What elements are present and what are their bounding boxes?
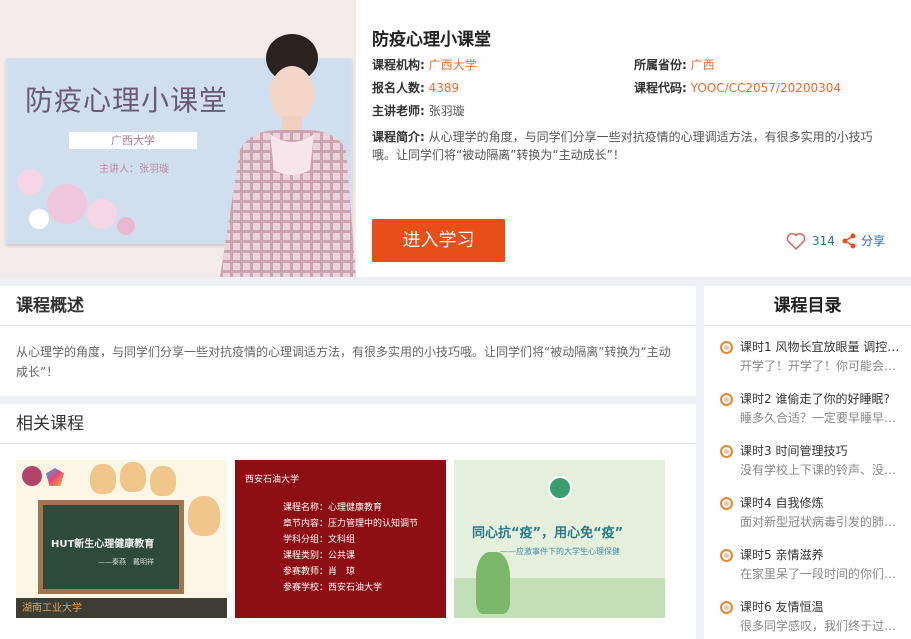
course-enroll-label: 报名人数: [372,81,425,95]
course-teacher: 主讲老师: 张羽璇 [372,102,465,119]
heart-icon [786,233,806,250]
blossom-icon [87,199,117,229]
related-courses-panel: 相关课程 HUT新生心理健康教育 ——秦燕 戴明祥 湖南工业大学 西安石油大学 … [0,404,696,639]
bear-icon [188,496,220,536]
blossom-icon [17,169,43,195]
course-province: 所属省份: 广西 [634,56,715,73]
chalkboard: HUT新生心理健康教育 ——秦燕 戴明祥 [38,500,184,594]
chalkboard-title: HUT新生心理健康教育 [51,539,155,550]
lesson-item[interactable]: 课时1 风物长宜放眼量 调控情绪 开学了！开学了！你可能会… [720,338,910,378]
related-course-card[interactable]: 同心抗“疫”，用心免“疫” ——应激事件下的大学生心理保健 [454,460,665,618]
related-heading: 相关课程 [0,404,696,444]
lesson-item[interactable]: 课时4 自我修炼 面对新型冠状病毒引发的肺… [720,494,906,534]
chalkboard-subtitle: ——秦燕 戴明祥 [98,558,154,566]
course-title: 防疫心理小课堂 [372,30,491,50]
course-org-link[interactable]: 广西大学 [429,58,477,72]
course-detail-line: 参赛学校：西安石油大学 [283,583,383,593]
course-catalog-panel: 课程目录 课时1 风物长宜放眼量 调控情绪 开学了！开学了！你可能会… 课时2 … [704,286,911,639]
lesson-desc: 没有学校上下课的铃声、没… [740,463,897,477]
enter-study-button[interactable]: 进入学习 [372,219,505,262]
course-details: 课程名称：心理健康教育 章节内容：压力管理中的认知调节 学科分组：文科组 课程类… [283,500,418,596]
course-org: 课程机构: 广西大学 [372,56,477,73]
course-detail-line: 课程类别：公共课 [283,551,356,561]
lesson-desc: 在家里呆了一段时间的你们… [740,567,897,581]
course-info: 防疫心理小课堂 课程机构: 广西大学 所属省份: 广西 报名人数: 4389 课… [372,0,902,277]
course-intro-label: 课程简介: [372,130,425,144]
course-org-label: 课程机构: [372,58,425,72]
course-detail-line: 课程名称：心理健康教育 [283,503,383,513]
lesson-status-icon [720,393,733,406]
course-intro-text: 从心理学的角度，与同学们分享一些对抗疫情的心理调适方法，有很多实用的小技巧哦。让… [372,130,873,162]
lesson-title: 课时2 谁偷走了你的好睡眠? [740,392,890,406]
university-name: 西安石油大学 [245,475,300,485]
cover-university: 广西大学 [69,132,197,149]
overview-heading: 课程概述 [0,286,696,326]
overview-text: 从心理学的角度，与同学们分享一些对抗疫情的心理调适方法，有很多实用的小技巧哦。让… [16,345,671,379]
blossom-icon [47,184,87,224]
lesson-title: 课时1 风物长宜放眼量 调控情绪 [740,340,910,354]
blossom-icon [29,209,49,229]
course-code-label: 课程代码: [634,81,687,95]
cover-lecturer: 主讲人：张羽璇 [99,164,169,175]
bear-icon [150,466,176,496]
lesson-status-icon [720,445,733,458]
lesson-title: 课时5 亲情滋养 [740,548,824,562]
course-province-value: 广西 [690,58,715,72]
related-course-card[interactable]: HUT新生心理健康教育 ——秦燕 戴明祥 湖南工业大学 [16,460,227,618]
lesson-desc: 睡多久合适？一定要早睡早… [740,411,897,425]
brand-logo-icon [46,468,64,486]
lesson-item[interactable]: 课时6 友情恒温 很多同学感叹，我们终于过… [720,598,906,638]
like-button[interactable]: 314 [786,232,835,250]
lesson-desc: 面对新型冠状病毒引发的肺… [740,515,897,529]
course-detail-line: 学科分组：文科组 [283,535,356,545]
course-teacher-label: 主讲老师: [372,104,425,118]
lesson-item[interactable]: 课时2 谁偷走了你的好睡眠? 睡多久合适？一定要早睡早… [720,390,906,430]
lesson-title: 课时4 自我修炼 [740,496,824,510]
course-enroll-value: 4389 [428,81,460,95]
like-count: 314 [812,234,835,248]
course-intro: 课程简介: 从心理学的角度，与同学们分享一些对抗疫情的心理调适方法，有很多实用的… [372,128,884,164]
share-icon [842,233,856,248]
lesson-desc: 很多同学感叹，我们终于过… [740,619,897,633]
lesson-item[interactable]: 课时5 亲情滋养 在家里呆了一段时间的你们… [720,546,906,586]
cover-title: 防疫心理小课堂 [25,84,229,117]
course-code: 课程代码: YOOC/CC2057/20200304 [634,79,841,96]
card-title: 同心抗“疫”，用心免“疫” [472,526,624,541]
lesson-title: 课时3 时间管理技巧 [740,444,848,458]
course-header: 防疫心理小课堂 广西大学 主讲人：张羽璇 防疫心理小课堂 课程机构: 广西大学 … [0,0,911,277]
course-detail-line: 章节内容：压力管理中的认知调节 [283,519,419,529]
course-province-label: 所属省份: [634,58,687,72]
course-detail-line: 参赛教师：肖 琼 [283,567,356,577]
related-courses-list: HUT新生心理健康教育 ——秦燕 戴明祥 湖南工业大学 西安石油大学 课程名称：… [16,460,665,618]
lesson-status-icon [720,497,733,510]
lesson-desc: 开学了！开学了！你可能会… [740,359,897,373]
course-teacher-value: 张羽璇 [428,104,465,118]
school-emblem-icon [548,476,572,500]
mascot-icon [476,552,510,614]
university-signature: 湖南工业大学 [22,603,82,614]
lecturer-photo [220,34,356,277]
share-label: 分享 [861,234,886,248]
share-button[interactable]: 分享 [842,232,885,249]
bear-icon [120,462,146,492]
card-subtitle: ——应激事件下的大学生心理保健 [500,547,620,556]
course-enroll: 报名人数: 4389 [372,79,459,96]
bear-icon [90,464,116,494]
lesson-item[interactable]: 课时3 时间管理技巧 没有学校上下课的铃声、没… [720,442,906,482]
lesson-status-icon [720,601,733,614]
blossom-icon [117,217,135,235]
course-cover-image: 防疫心理小课堂 广西大学 主讲人：张羽璇 [0,0,356,277]
course-overview-panel: 课程概述 从心理学的角度，与同学们分享一些对抗疫情的心理调适方法，有很多实用的小… [0,286,696,396]
university-logo-icon [22,466,42,486]
lesson-status-icon [720,341,733,354]
catalog-heading: 课程目录 [704,286,911,326]
related-course-card[interactable]: 西安石油大学 课程名称：心理健康教育 章节内容：压力管理中的认知调节 学科分组：… [235,460,446,618]
course-code-value: YOOC/CC2057/20200304 [690,81,842,95]
lesson-title: 课时6 友情恒温 [740,600,824,614]
lesson-status-icon [720,549,733,562]
